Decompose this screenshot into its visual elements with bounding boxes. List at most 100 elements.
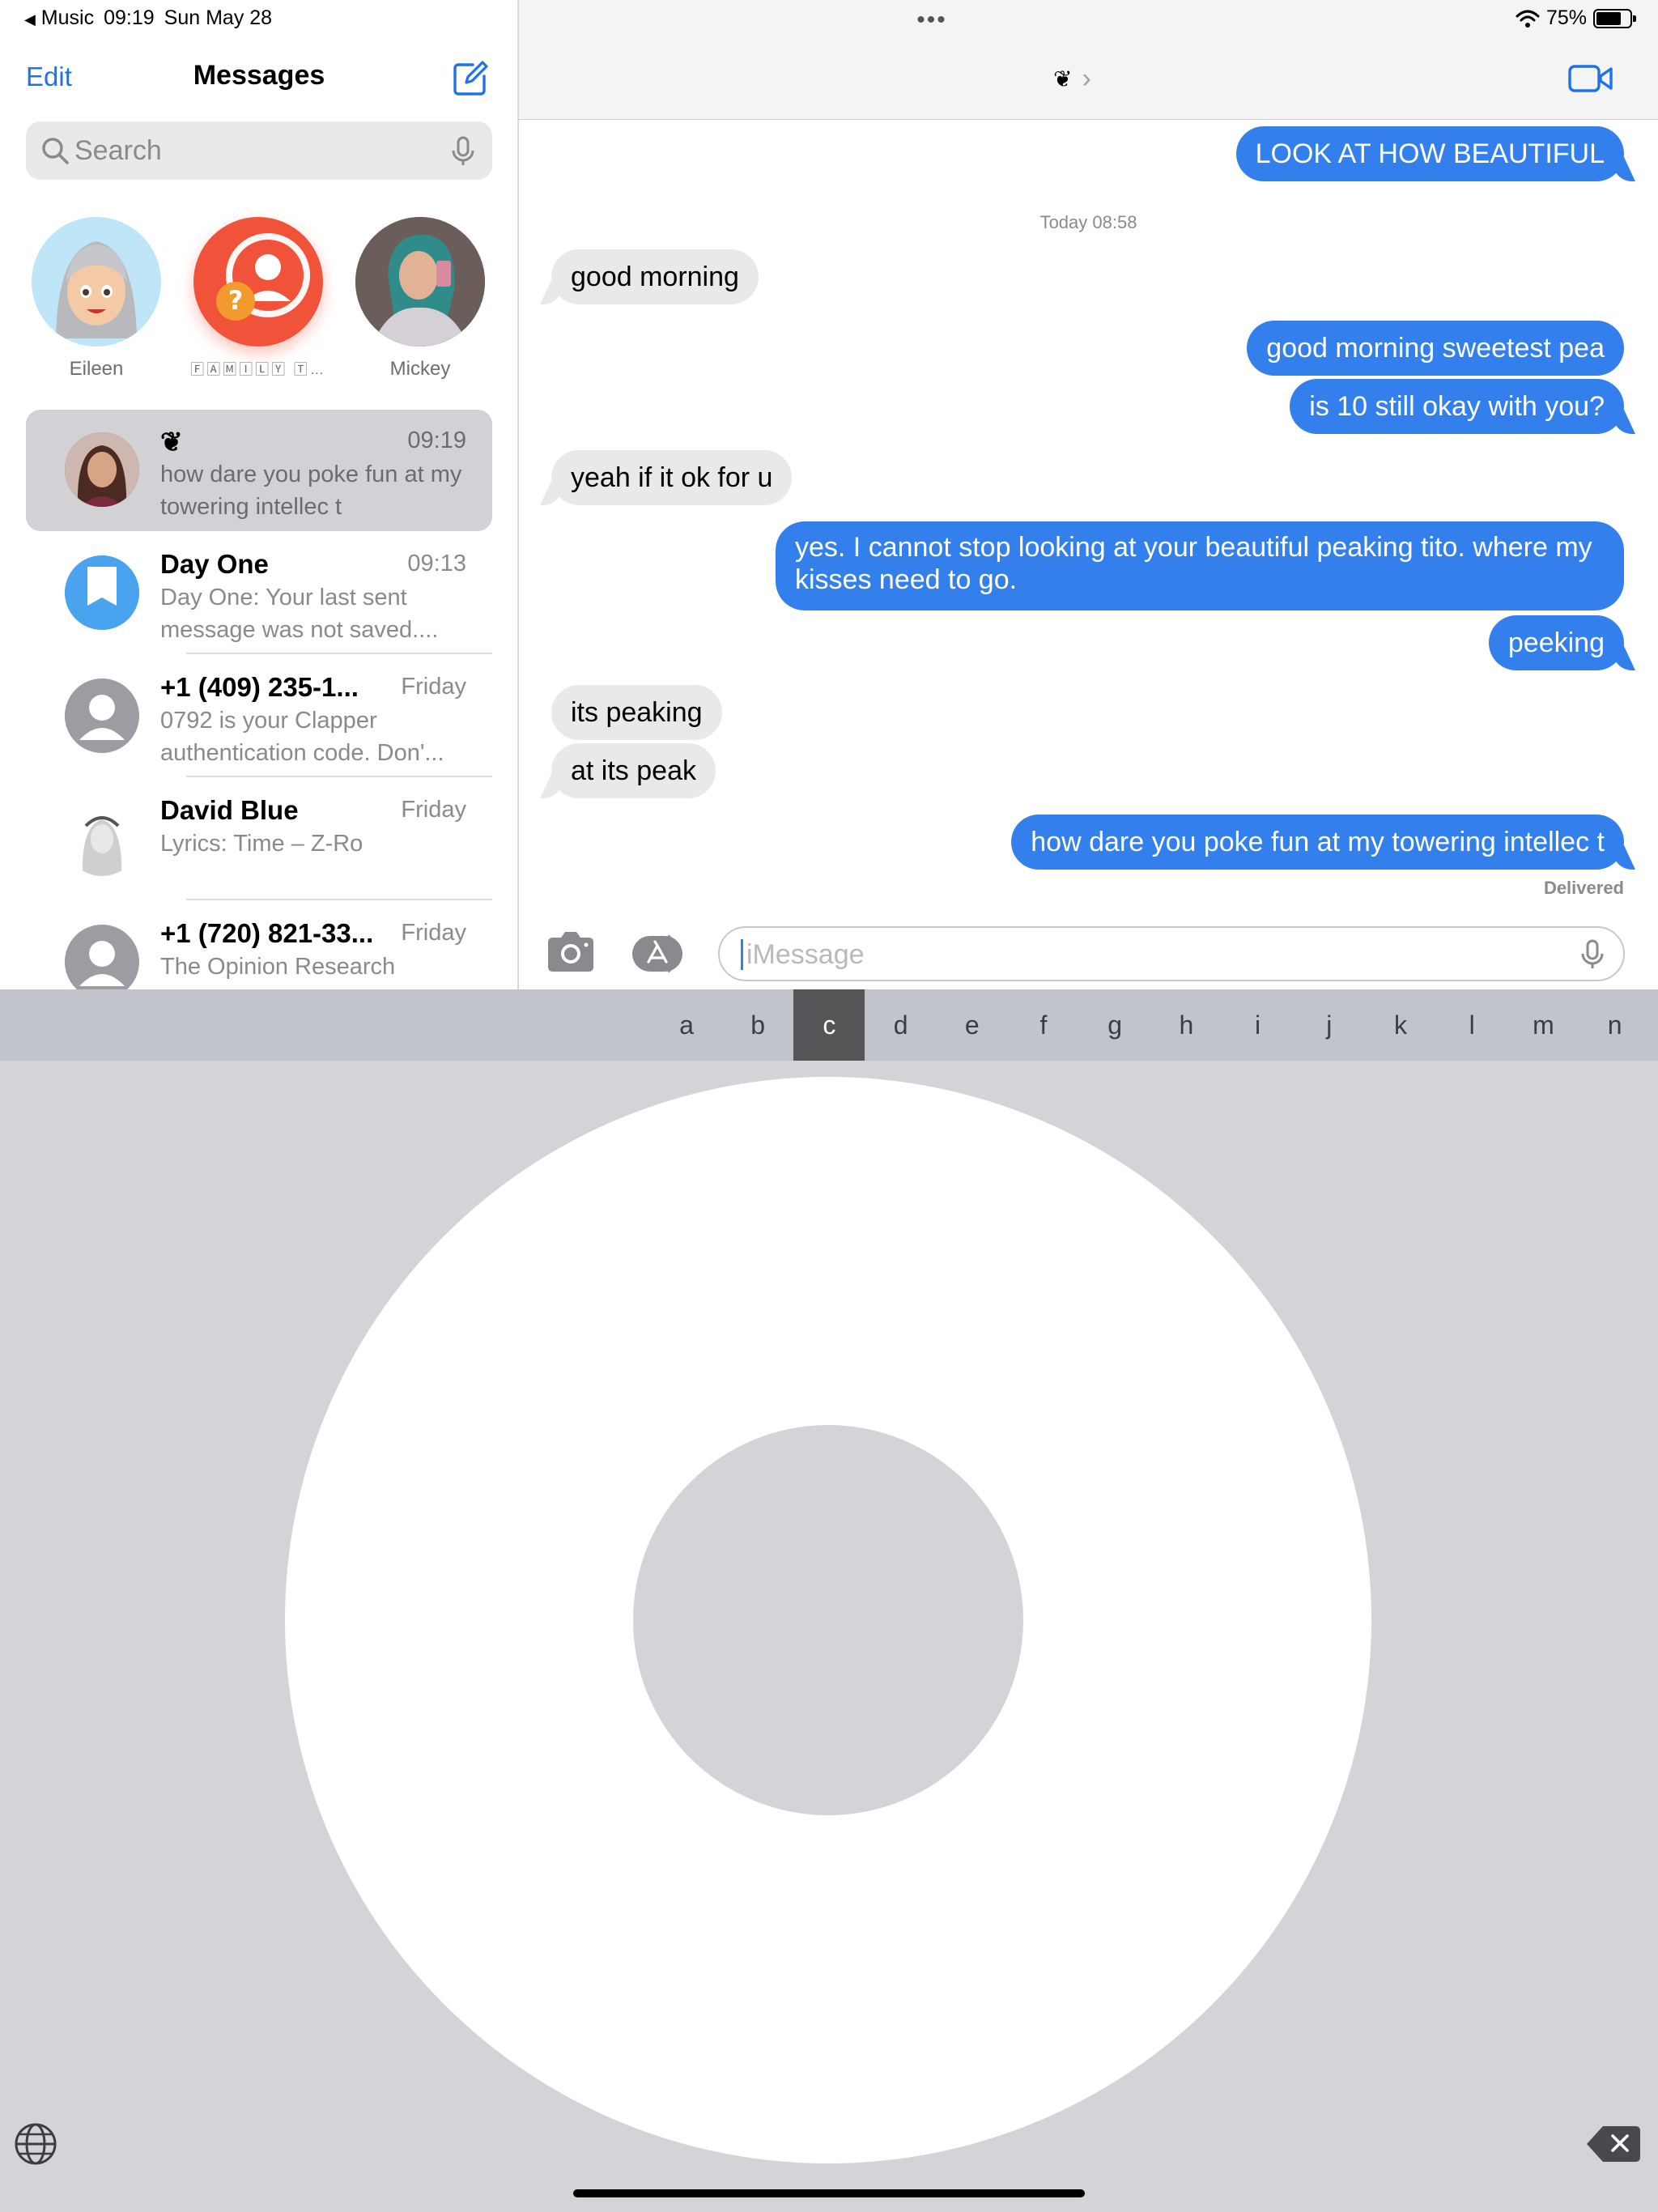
pinned-contact-mickey[interactable]: Mickey — [351, 217, 489, 381]
letter-key-a[interactable]: a — [651, 989, 722, 1061]
conversation-sidebar: ◀ Music 09:19 Sun May 28 Edit Messages S… — [0, 0, 518, 989]
conversation-row[interactable]: +1 (409) 235-1... Friday 0792 is your Cl… — [26, 656, 492, 777]
wheel-center-button[interactable] — [633, 1425, 1023, 1815]
letter-key-l[interactable]: l — [1436, 989, 1507, 1061]
status-bar-right: 75% — [1516, 6, 1636, 30]
message-sent[interactable]: is 10 still okay with you? — [1290, 379, 1624, 434]
video-camera-icon — [1568, 65, 1613, 92]
memoji-avatar-icon — [56, 241, 137, 338]
letter-key-e[interactable]: e — [937, 989, 1008, 1061]
letter-key-i[interactable]: i — [1222, 989, 1294, 1061]
message-sent[interactable]: good morning sweetest pea — [1247, 321, 1624, 376]
message-sent[interactable]: LOOK AT HOW BEAUTIFUL — [1235, 126, 1624, 181]
pinned-group-family[interactable]: ? 🄵🄰🄼🄸🄻🅈 🅃… — [189, 217, 327, 378]
message-received[interactable]: its peaking — [551, 685, 722, 740]
message-timestamp: Today 08:58 — [1039, 212, 1137, 232]
dial-keyboard — [0, 1061, 1658, 2212]
row-divider — [186, 776, 492, 777]
letter-key-d[interactable]: d — [865, 989, 937, 1061]
letter-key-k[interactable]: k — [1365, 989, 1436, 1061]
avatar — [65, 432, 139, 507]
conversation-name: +1 (720) 821-33... — [160, 918, 374, 948]
photo-avatar-icon — [65, 432, 139, 507]
compose-icon — [453, 61, 488, 96]
avatar — [65, 678, 139, 753]
chat-header: ••• 75% ❦ › — [519, 0, 1658, 120]
letter-key-n[interactable]: n — [1579, 989, 1651, 1061]
row-divider — [186, 653, 492, 654]
day-one-logo-icon — [65, 555, 139, 630]
letter-key-m[interactable]: m — [1507, 989, 1579, 1061]
avatar — [65, 802, 139, 876]
conversation-row[interactable]: David Blue Friday Lyrics: Time – Z-Ro — [26, 779, 492, 900]
message-sent[interactable]: yes. I cannot stop looking at your beaut… — [776, 521, 1624, 610]
message-sent[interactable]: peeking — [1488, 615, 1624, 670]
letter-key-h[interactable]: h — [1150, 989, 1222, 1061]
scroll-wheel[interactable] — [285, 1077, 1371, 2163]
conversation-time: 09:19 — [407, 428, 466, 453]
status-date: Sun May 28 — [164, 6, 273, 29]
message-received[interactable]: good morning — [551, 249, 759, 304]
letter-key-f[interactable]: f — [1008, 989, 1079, 1061]
back-to-app-link[interactable]: ◀ Music — [24, 6, 94, 30]
battery-percent: 75% — [1545, 6, 1587, 29]
pinned-contact-eileen[interactable]: Eileen — [28, 217, 165, 381]
message-sent[interactable]: how dare you poke fun at my towering int… — [1011, 815, 1624, 870]
conversation-preview: how dare you poke fun at my towering int… — [160, 462, 462, 520]
status-time: 09:19 — [104, 6, 155, 29]
search-input[interactable] — [74, 121, 431, 180]
avatar — [65, 555, 139, 630]
multitasking-dots[interactable]: ••• — [810, 6, 1053, 34]
conversation-pane: ••• 75% ❦ › LOOK AT HOW BEAUTIFUL Today … — [519, 0, 1658, 989]
conversation-name: Day One — [160, 549, 269, 579]
home-indicator[interactable] — [573, 2189, 1085, 2197]
group-avatar-icon: ? — [216, 233, 310, 321]
message-field — [718, 926, 1625, 981]
dictation-mic-icon[interactable] — [1578, 939, 1607, 970]
app-store-button[interactable] — [631, 931, 692, 976]
camera-button[interactable] — [545, 929, 597, 975]
globe-button[interactable] — [13, 2121, 58, 2167]
message-input[interactable] — [741, 939, 1550, 970]
letter-strip: abcdefghijklmn — [0, 989, 1658, 1061]
letter-key-b[interactable]: b — [722, 989, 793, 1061]
conversation-preview: 0792 is your Clapper authentication code… — [160, 708, 444, 766]
conversation-time: 09:13 — [407, 551, 466, 576]
row-divider — [186, 899, 492, 900]
conversation-time: Friday — [401, 797, 466, 823]
photo-avatar-icon — [65, 802, 139, 876]
photo-avatar-icon — [355, 217, 485, 347]
conversation-time: Friday — [401, 920, 466, 946]
dictation-mic-icon[interactable] — [447, 134, 479, 167]
message-received[interactable]: at its peak — [551, 743, 716, 798]
status-bar-left: ◀ Music 09:19 Sun May 28 — [24, 6, 272, 30]
search-icon — [42, 138, 69, 164]
page-title: Messages — [193, 60, 325, 91]
app-store-icon — [632, 934, 682, 973]
conversation-row[interactable]: Day One 09:13 Day One: Your last sent me… — [26, 533, 492, 654]
chevron-right-icon: › — [1082, 63, 1091, 94]
person-placeholder-icon — [65, 925, 139, 989]
delete-button[interactable] — [1585, 2123, 1642, 2165]
wifi-icon — [1516, 10, 1540, 28]
conversation-row[interactable]: ❦ 09:19 how dare you poke fun at my towe… — [26, 410, 492, 531]
letter-key-c[interactable]: c — [793, 989, 865, 1061]
pinned-name: Mickey — [389, 358, 451, 380]
compose-button[interactable] — [452, 60, 489, 97]
delete-backspace-icon — [1587, 2126, 1640, 2162]
pinned-conversations: Eileen ? 🄵🄰🄼🄸🄻🅈 🅃… Mickey — [0, 217, 517, 387]
message-received[interactable]: yeah if it ok for u — [551, 450, 793, 505]
battery-level — [1596, 11, 1621, 25]
letter-key-j[interactable]: j — [1294, 989, 1365, 1061]
contact-details-button[interactable]: ❦ › — [1053, 63, 1091, 95]
pinned-name: 🄵🄰🄼🄸🄻🅈 🅃… — [190, 362, 326, 377]
back-triangle-icon: ◀ — [24, 11, 36, 28]
conversation-name: ❦ — [160, 427, 183, 457]
facetime-video-button[interactable] — [1568, 63, 1613, 94]
conversation-row[interactable]: +1 (720) 821-33... Friday The Opinion Re… — [26, 902, 492, 989]
person-placeholder-icon — [65, 678, 139, 753]
avatar — [65, 925, 139, 989]
avatar — [355, 217, 485, 347]
letter-key-g[interactable]: g — [1079, 989, 1150, 1061]
conversation-name: David Blue — [160, 795, 299, 825]
